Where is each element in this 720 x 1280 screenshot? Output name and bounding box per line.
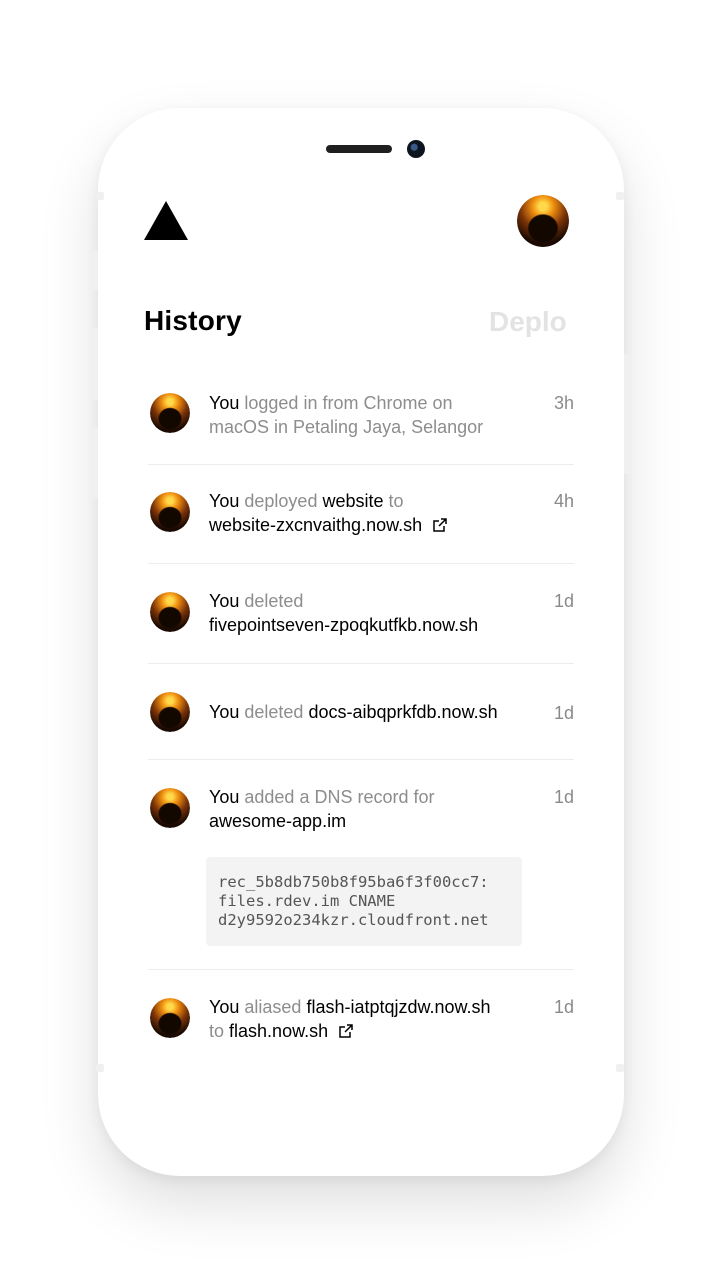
phone-volume-down [92, 427, 98, 499]
list-item[interactable]: You logged in from Chrome on macOS in Pe… [148, 367, 574, 465]
phone-edge-mark [616, 1064, 624, 1072]
external-link-icon[interactable] [432, 517, 448, 533]
avatar [150, 393, 190, 433]
tab-deployments[interactable]: Deplo [489, 306, 573, 338]
actor-label: You [209, 393, 240, 413]
actor-label: You [209, 591, 240, 611]
event-text: You aliased flash-iatptqjzdw.now.sh to f… [209, 995, 547, 1043]
history-feed: You logged in from Chrome on macOS in Pe… [148, 367, 574, 1070]
event-action: deleted [244, 702, 304, 722]
triangle-logo-icon[interactable] [144, 201, 188, 240]
phone-edge-mark [96, 1064, 104, 1072]
avatar [150, 998, 190, 1038]
phone-camera [407, 140, 425, 158]
alias-link[interactable]: flash.now.sh [229, 1021, 328, 1041]
event-time: 4h [553, 491, 574, 511]
avatar [150, 788, 190, 828]
event-time: 1d [553, 591, 574, 611]
actor-label: You [209, 997, 240, 1017]
event-text: You deleted docs-aibqprkfdb.now.sh [209, 700, 547, 724]
avatar [150, 492, 190, 532]
event-time: 1d [553, 703, 574, 723]
phone-side-button [92, 250, 98, 290]
event-action: aliased [244, 997, 302, 1017]
event-location: macOS in Petaling Jaya, Selangor [209, 417, 484, 437]
event-connector: to [209, 1021, 225, 1041]
event-connector: to [388, 491, 404, 511]
list-item[interactable]: You added a DNS record for awesome-app.i… [148, 760, 574, 970]
deployment-link[interactable]: docs-aibqprkfdb.now.sh [308, 702, 497, 722]
list-item[interactable]: You aliased flash-iatptqjzdw.now.sh to f… [148, 970, 574, 1070]
deployment-link[interactable]: website-zxcnvaithg.now.sh [209, 515, 422, 535]
list-item[interactable]: You deleted docs-aibqprkfdb.now.sh 1d [148, 664, 574, 760]
phone-edge-mark [96, 192, 104, 200]
list-item[interactable]: You deleted fivepointseven-zpoqkutfkb.no… [148, 564, 574, 664]
actor-label: You [209, 702, 240, 722]
event-description: logged in from Chrome on [244, 393, 453, 413]
deployment-link[interactable]: fivepointseven-zpoqkutfkb.now.sh [209, 615, 478, 635]
event-text: You deployed website to website-zxcnvait… [209, 489, 547, 537]
event-action: added a DNS record for [244, 787, 435, 807]
event-time: 1d [553, 997, 574, 1017]
dns-record-code: rec_5b8db750b8f95ba6f3f00cc7: files.rdev… [206, 857, 522, 946]
event-text: You deleted fivepointseven-zpoqkutfkb.no… [209, 589, 547, 637]
domain-link[interactable]: awesome-app.im [209, 811, 346, 831]
event-text: You added a DNS record for awesome-app.i… [209, 785, 547, 833]
event-time: 1d [553, 787, 574, 807]
actor-label: You [209, 787, 240, 807]
avatar [150, 592, 190, 632]
event-text: You logged in from Chrome on macOS in Pe… [209, 391, 547, 439]
phone-edge-mark [616, 192, 624, 200]
actor-label: You [209, 491, 240, 511]
phone-speaker [326, 145, 392, 153]
phone-volume-up [92, 328, 98, 400]
avatar [150, 692, 190, 732]
list-item[interactable]: You deployed website to website-zxcnvait… [148, 465, 574, 564]
project-link[interactable]: website [322, 491, 383, 511]
tab-history[interactable]: History [144, 305, 242, 337]
phone-power-button [624, 354, 630, 474]
event-action: deployed [244, 491, 318, 511]
user-avatar[interactable] [517, 195, 569, 247]
deployment-link[interactable]: flash-iatptqjzdw.now.sh [306, 997, 490, 1017]
event-action: deleted [244, 591, 304, 611]
external-link-icon[interactable] [338, 1023, 354, 1039]
event-time: 3h [553, 393, 574, 413]
